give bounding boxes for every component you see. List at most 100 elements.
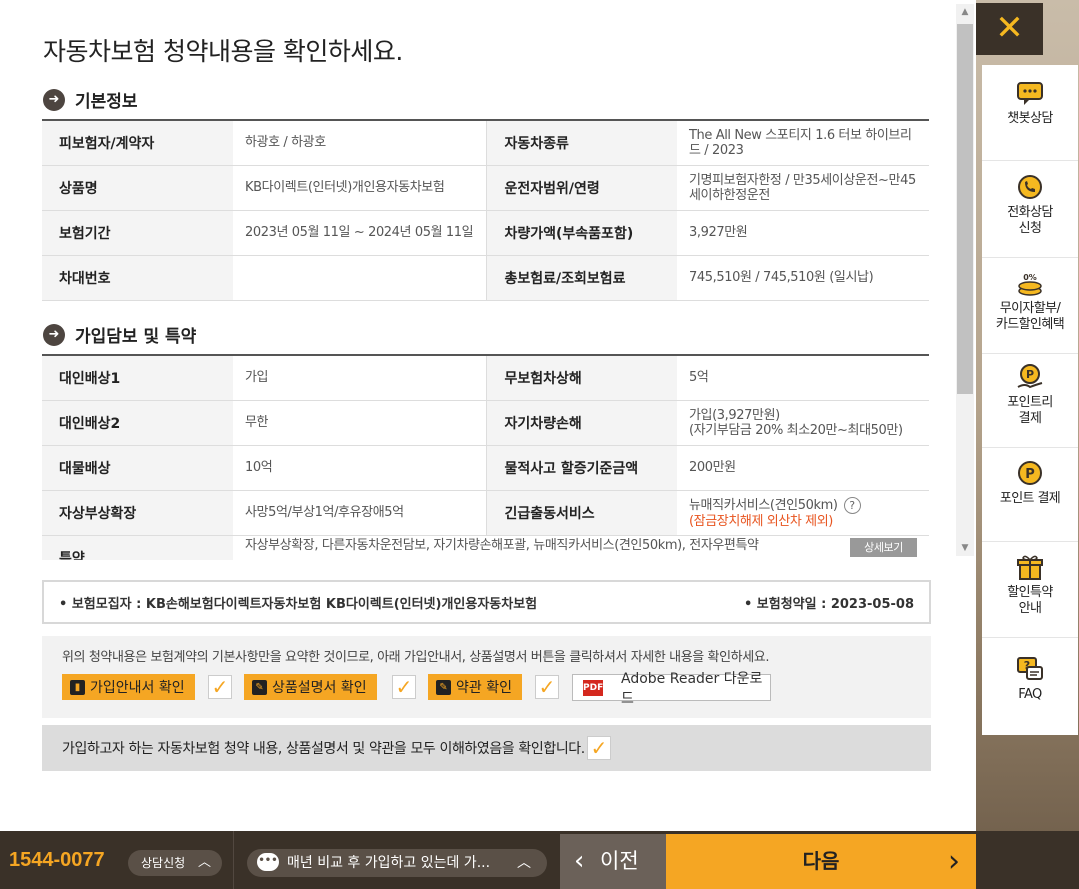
terms-confirm-button[interactable]: ✎ 약관 확인 (428, 674, 522, 700)
table-value (233, 255, 486, 301)
table-value: 가입(3,927만원) (자기부담금 20% 최소20만~최대50만) (677, 400, 929, 446)
help-icon[interactable]: ? (843, 496, 861, 514)
terms-checkbox[interactable]: ✓ (535, 675, 559, 699)
table-value: 가입 (233, 355, 486, 401)
sidebar-item-card-benefit[interactable]: 0% 무이자할부/ 카드할인혜택 (982, 269, 1078, 354)
chatbot-icon (1017, 82, 1043, 105)
table-row: 대물배상 10억 물적사고 할증기준금액 200만원 (42, 445, 929, 491)
table-row: 대인배상1 가입 무보험차상해 5억 (42, 355, 929, 401)
arrow-right-icon: ➜ (43, 88, 65, 111)
product-desc-confirm-button[interactable]: ✎ 상품설명서 확인 (244, 674, 377, 700)
contract-modal: 자동차보험 청약내용을 확인하세요. ➜ 기본정보 피보험자/계약자 하광호 /… (0, 0, 976, 831)
divider (233, 831, 234, 889)
table-value: 2023년 05월 11일 ~ 2024년 05월 11일 (233, 210, 486, 256)
chart-icon: ▮ (70, 679, 85, 695)
table-row: 상품명 KB다이렉트(인터넷)개인용자동차보험 운전자범위/연령 기명피보험자한… (42, 165, 929, 211)
sidebar-item-discount-guide[interactable]: 할인특약 안내 (982, 553, 1078, 638)
table-label: 보험기간 (42, 210, 233, 256)
table-value: 200만원 (677, 445, 929, 491)
chat-bubble-icon: ••• (257, 853, 279, 871)
agree-checkbox[interactable]: ✓ (586, 736, 611, 760)
scrollbar[interactable]: ▲ ▼ (956, 4, 974, 556)
scroll-up-icon[interactable]: ▲ (956, 4, 974, 20)
table-value: 하광호 / 하광호 (233, 120, 486, 166)
table-row: 보험기간 2023년 05월 11일 ~ 2024년 05월 11일 차량가액(… (42, 210, 929, 256)
table-label: 운전자범위/연령 (485, 165, 677, 211)
chat-preview-button[interactable]: ••• 매년 비교 후 가입하고 있는데 가... ︿ (247, 849, 547, 877)
sidebar-item-pointree-pay[interactable]: P 포인트리 결제 (982, 363, 1078, 448)
table-label: 피보험자/계약자 (42, 120, 233, 166)
table-value: KB다이렉트(인터넷)개인용자동차보험 (233, 165, 486, 211)
table-label: 자기차량손해 (485, 400, 677, 446)
table-label: 상품명 (42, 165, 233, 211)
gift-icon (1017, 555, 1043, 580)
table-label: 특약 (42, 535, 233, 560)
point-hand-icon: P (1017, 364, 1043, 389)
adobe-reader-download-button[interactable]: PDF Adobe Reader 다운로드 (572, 671, 771, 707)
table-label: 총보험료/조회보험료 (485, 255, 677, 301)
page-title: 자동차보험 청약내용을 확인하세요. (43, 37, 403, 66)
faq-icon: ? (1017, 657, 1043, 680)
table-label: 물적사고 할증기준금액 (485, 445, 677, 491)
section-coverage-heading: ➜ 가입담보 및 특약 (43, 322, 196, 347)
right-sidebar: 챗봇상담 전화상담 신청 0% 무이자할부/ 카드할인혜택 P 포인트리 결제 … (982, 65, 1078, 735)
table-label: 차량가액(부속품포함) (485, 210, 677, 256)
phone-icon (1018, 175, 1042, 199)
table-row: 피보험자/계약자 하광호 / 하광호 자동차종류 The All New 스포티… (42, 120, 929, 166)
table-value: 사망5억/부상1억/후유장애5억 (233, 490, 486, 536)
table-value: 뉴매직카서비스(견인50km)? (잠금장치해제 외산차 제외) (677, 490, 929, 536)
phone-number[interactable]: 1544-0077 (9, 849, 105, 872)
coverage-table: 대인배상1 가입 무보험차상해 5억 대인배상2 무한 자기차량손해 가입(3,… (42, 354, 929, 560)
table-label: 자동차종류 (485, 120, 677, 166)
agree-confirm-row[interactable]: 가입하고자 하는 자동차보험 청약 내용, 상품설명서 및 약관을 모두 이해하… (42, 725, 931, 771)
table-value: 10억 (233, 445, 486, 491)
product-desc-checkbox[interactable]: ✓ (392, 675, 416, 699)
sidebar-item-faq[interactable]: ? FAQ (982, 655, 1078, 720)
table-value: 3,927만원 (677, 210, 929, 256)
table-value: 자상부상확장, 다른자동차운전담보, 자기차량손해포괄, 뉴매직카서비스(견인5… (233, 535, 929, 560)
chevron-right-icon: › (948, 844, 960, 879)
table-label: 대인배상2 (42, 400, 233, 446)
chevron-up-icon: ︿ (197, 855, 211, 870)
table-label: 대인배상1 (42, 355, 233, 401)
pdf-icon: PDF (583, 679, 603, 696)
table-row: 특약 자상부상확장, 다른자동차운전담보, 자기차량손해포괄, 뉴매직카서비스(… (42, 535, 929, 560)
edit-icon: ✎ (436, 679, 451, 695)
scrollbar-thumb[interactable] (957, 24, 973, 394)
table-row: 차대번호 총보험료/조회보험료 745,510원 / 745,510원 (일시납… (42, 255, 929, 301)
recruiter-info: • 보험모집자 : KB손해보험다이렉트자동차보험 KB다이렉트(인터넷)개인용… (42, 580, 931, 624)
table-label: 차대번호 (42, 255, 233, 301)
edit-icon: ✎ (252, 679, 267, 695)
table-row: 자상부상확장 사망5억/부상1억/후유장애5억 긴급출동서비스 뉴매직카서비스(… (42, 490, 929, 536)
sidebar-item-point-pay[interactable]: P 포인트 결제 (982, 459, 1078, 542)
arrow-right-icon: ➜ (43, 323, 65, 346)
document-confirm-box: 위의 청약내용은 보험계약의 기본사항만을 요약한 것이므로, 아래 가입안내서… (42, 636, 931, 718)
svg-text:P: P (1025, 467, 1035, 482)
modal-scroll-area[interactable]: 자동차보험 청약내용을 확인하세요. ➜ 기본정보 피보험자/계약자 하광호 /… (0, 0, 956, 560)
sidebar-item-phone-consult[interactable]: 전화상담 신청 (982, 173, 1078, 258)
table-label: 대물배상 (42, 445, 233, 491)
application-date: • 보험청약일 : 2023-05-08 (743, 596, 914, 612)
svg-text:P: P (1026, 368, 1034, 381)
table-value: 무한 (233, 400, 486, 446)
table-value: 기명피보험자한정 / 만35세이상운전~만45세이하한정운전 (677, 165, 929, 211)
prev-button[interactable]: ‹ 이전 (560, 834, 666, 889)
bottom-bar: 1544-0077 상담신청 ︿ ••• 매년 비교 후 가입하고 있는데 가.… (0, 831, 1079, 889)
scroll-down-icon[interactable]: ▼ (956, 540, 974, 556)
table-value: The All New 스포티지 1.6 터보 하이브리드 / 2023 (677, 120, 929, 166)
chevron-left-icon: ‹ (574, 846, 585, 876)
next-button[interactable]: 다음 › (666, 834, 976, 889)
consult-request-button[interactable]: 상담신청 ︿ (128, 850, 222, 876)
coins-icon: 0% (1018, 273, 1042, 296)
svg-text:0%: 0% (1023, 273, 1037, 282)
table-label: 긴급출동서비스 (485, 490, 677, 536)
sidebar-item-chatbot[interactable]: 챗봇상담 (982, 79, 1078, 161)
agree-text: 가입하고자 하는 자동차보험 청약 내용, 상품설명서 및 약관을 모두 이해하… (62, 741, 585, 757)
detail-view-button[interactable]: 상세보기 (850, 537, 917, 557)
table-value: 5억 (677, 355, 929, 401)
basic-info-table: 피보험자/계약자 하광호 / 하광호 자동차종류 The All New 스포티… (42, 119, 929, 301)
table-value: 745,510원 / 745,510원 (일시납) (677, 255, 929, 301)
guide-checkbox[interactable]: ✓ (208, 675, 232, 699)
guide-confirm-button[interactable]: ▮ 가입안내서 확인 (62, 674, 195, 700)
close-button[interactable]: ✕ (976, 3, 1043, 55)
